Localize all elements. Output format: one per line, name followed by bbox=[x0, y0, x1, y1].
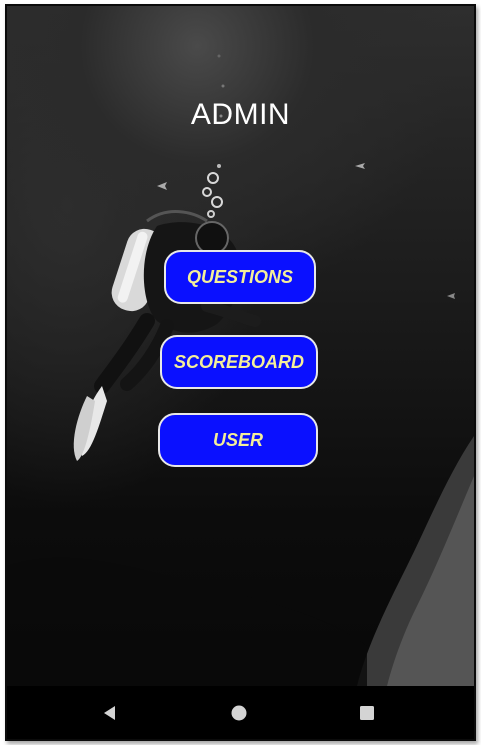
back-icon bbox=[104, 705, 115, 720]
device-frame: ADMIN QUESTIONS SCOREBOARD USER bbox=[5, 4, 476, 741]
home-button[interactable] bbox=[209, 686, 269, 739]
page-title: ADMIN bbox=[190, 98, 291, 131]
admin-screen: ADMIN QUESTIONS SCOREBOARD USER bbox=[7, 6, 474, 686]
questions-button[interactable]: QUESTIONS bbox=[164, 250, 316, 304]
questions-button-label: QUESTIONS bbox=[186, 266, 293, 287]
user-button-label: USER bbox=[212, 429, 263, 450]
user-button[interactable]: USER bbox=[158, 413, 318, 467]
recents-icon bbox=[360, 705, 374, 720]
recents-button[interactable] bbox=[337, 686, 397, 739]
back-button[interactable] bbox=[80, 686, 140, 739]
scoreboard-button-label: SCOREBOARD bbox=[173, 351, 304, 372]
home-icon bbox=[231, 705, 247, 720]
scoreboard-button[interactable]: SCOREBOARD bbox=[160, 335, 318, 389]
android-navigation-bar bbox=[7, 686, 474, 739]
